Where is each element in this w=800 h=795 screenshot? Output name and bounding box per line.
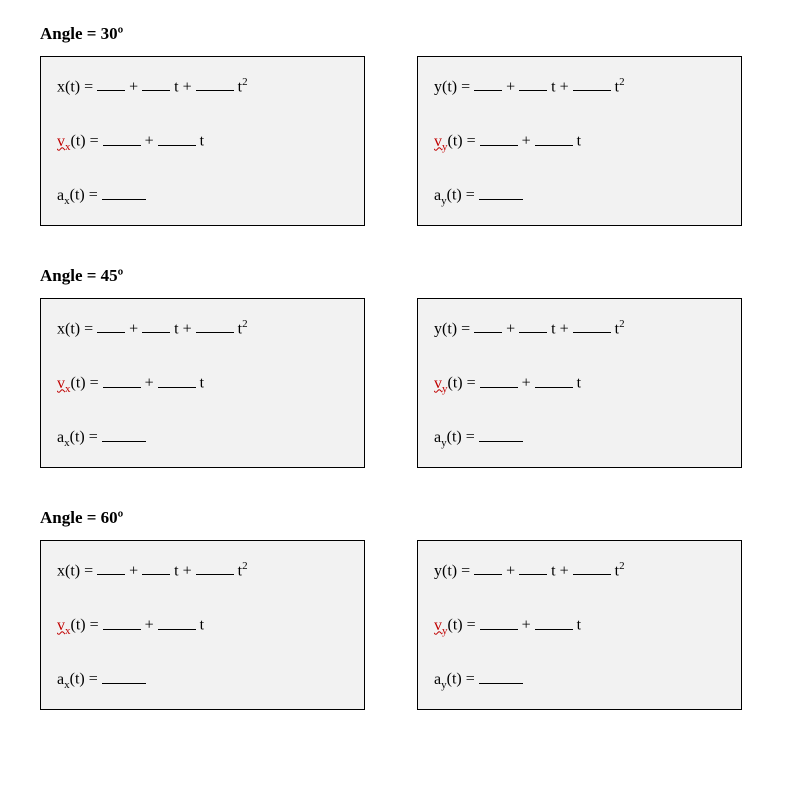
velocity-var: vy xyxy=(434,617,448,634)
blank xyxy=(102,427,146,441)
position-equation: y(t) = + t + t2 xyxy=(434,77,725,97)
velocity-equation: vy(t) = + t xyxy=(434,615,725,635)
blank xyxy=(102,185,146,199)
blank xyxy=(142,319,170,333)
acceleration-equation: ax(t) = xyxy=(57,185,348,205)
equation-box-x: x(t) = + t + t2 vx(t) = + t ax(t) = xyxy=(40,540,365,710)
position-equation: x(t) = + t + t2 xyxy=(57,319,348,339)
blank xyxy=(196,319,234,333)
accel-var: ay xyxy=(434,429,447,446)
velocity-equation: vy(t) = + t xyxy=(434,131,725,151)
section-title: Angle = 60º xyxy=(40,508,760,528)
blank xyxy=(474,561,502,575)
blank xyxy=(474,77,502,91)
blank xyxy=(480,373,518,387)
blank xyxy=(535,615,573,629)
blank xyxy=(196,77,234,91)
blank xyxy=(158,373,196,387)
position-equation: y(t) = + t + t2 xyxy=(434,319,725,339)
blank xyxy=(535,131,573,145)
velocity-var: vy xyxy=(434,375,448,392)
velocity-equation: vx(t) = + t xyxy=(57,373,348,393)
velocity-equation: vx(t) = + t xyxy=(57,615,348,635)
blank xyxy=(142,561,170,575)
velocity-equation: vx(t) = + t xyxy=(57,131,348,151)
section-title: Angle = 45º xyxy=(40,266,760,286)
blank xyxy=(519,319,547,333)
accel-var: ay xyxy=(434,671,447,688)
velocity-var: vx xyxy=(57,133,71,150)
section-row: x(t) = + t + t2 vx(t) = + t ax(t) = y(t) =… xyxy=(40,56,760,226)
blank xyxy=(103,373,141,387)
accel-var: ax xyxy=(57,429,70,446)
blank xyxy=(97,77,125,91)
accel-var: ay xyxy=(434,187,447,204)
pos-var: x xyxy=(57,78,65,95)
pos-var: y xyxy=(434,78,442,95)
blank xyxy=(474,319,502,333)
blank xyxy=(480,615,518,629)
blank xyxy=(573,561,611,575)
section-row: x(t) = + t + t2 vx(t) = + t ax(t) = y(t) =… xyxy=(40,298,760,468)
pos-var: y xyxy=(434,320,442,337)
acceleration-equation: ax(t) = xyxy=(57,669,348,689)
blank xyxy=(535,373,573,387)
blank xyxy=(519,77,547,91)
blank xyxy=(479,427,523,441)
acceleration-equation: ay(t) = xyxy=(434,669,725,689)
acceleration-equation: ay(t) = xyxy=(434,185,725,205)
pos-var: x xyxy=(57,562,65,579)
accel-var: ax xyxy=(57,187,70,204)
blank xyxy=(97,561,125,575)
position-equation: x(t) = + t + t2 xyxy=(57,561,348,581)
equation-box-y: y(t) = + t + t2 vy(t) = + t ay(t) = xyxy=(417,540,742,710)
pos-var: y xyxy=(434,562,442,579)
velocity-var: vx xyxy=(57,375,71,392)
blank xyxy=(479,669,523,683)
equation-box-x: x(t) = + t + t2 vx(t) = + t ax(t) = xyxy=(40,298,365,468)
velocity-var: vx xyxy=(57,617,71,634)
blank xyxy=(573,319,611,333)
equation-box-y: y(t) = + t + t2 vy(t) = + t ay(t) = xyxy=(417,298,742,468)
velocity-equation: vy(t) = + t xyxy=(434,373,725,393)
blank xyxy=(97,319,125,333)
accel-var: ax xyxy=(57,671,70,688)
pos-var: x xyxy=(57,320,65,337)
blank xyxy=(573,77,611,91)
position-equation: x(t) = + t + t2 xyxy=(57,77,348,97)
blank xyxy=(158,615,196,629)
blank xyxy=(519,561,547,575)
blank xyxy=(480,131,518,145)
section-row: x(t) = + t + t2 vx(t) = + t ax(t) = y(t) =… xyxy=(40,540,760,710)
section-title: Angle = 30º xyxy=(40,24,760,44)
equation-box-x: x(t) = + t + t2 vx(t) = + t ax(t) = xyxy=(40,56,365,226)
acceleration-equation: ax(t) = xyxy=(57,427,348,447)
blank xyxy=(102,669,146,683)
blank xyxy=(142,77,170,91)
blank xyxy=(158,131,196,145)
acceleration-equation: ay(t) = xyxy=(434,427,725,447)
blank xyxy=(479,185,523,199)
blank xyxy=(196,561,234,575)
position-equation: y(t) = + t + t2 xyxy=(434,561,725,581)
blank xyxy=(103,131,141,145)
velocity-var: vy xyxy=(434,133,448,150)
blank xyxy=(103,615,141,629)
equation-box-y: y(t) = + t + t2 vy(t) = + t ay(t) = xyxy=(417,56,742,226)
